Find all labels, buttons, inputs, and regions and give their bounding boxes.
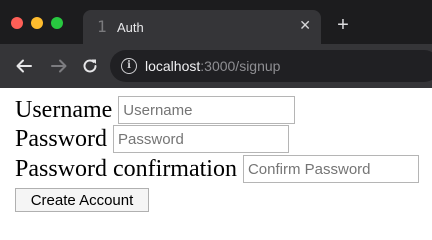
url-text[interactable]: localhost:3000/signup — [145, 58, 280, 74]
password-confirmation-input[interactable] — [242, 155, 419, 183]
username-label: Username — [15, 97, 113, 123]
username-row: Username — [15, 96, 296, 124]
window-zoom-button[interactable] — [51, 17, 63, 29]
new-tab-icon[interactable]: + — [334, 15, 352, 35]
back-arrow-icon[interactable] — [12, 54, 36, 78]
favicon-icon: 1 — [97, 17, 107, 36]
url-host: localhost — [145, 58, 201, 74]
site-info-icon[interactable]: i — [121, 58, 137, 74]
password-confirmation-row: Password confirmation — [15, 155, 419, 183]
signup-page: Username Password Password confirmation … — [0, 88, 432, 225]
tab-title: Auth — [117, 20, 144, 35]
password-confirmation-label: Password confirmation — [15, 156, 237, 182]
close-tab-icon[interactable]: ✕ — [299, 17, 311, 34]
username-input[interactable] — [118, 96, 296, 124]
password-input[interactable] — [113, 125, 290, 153]
navigation-toolbar: i localhost:3000/signup — [0, 44, 432, 88]
reload-icon[interactable] — [78, 54, 102, 78]
window-minimize-button[interactable] — [31, 17, 43, 29]
tab-strip: 1 Auth ✕ + — [0, 0, 432, 44]
forward-arrow-icon[interactable] — [47, 54, 71, 78]
password-row: Password — [15, 125, 290, 153]
address-bar[interactable]: i localhost:3000/signup — [110, 50, 432, 82]
window-close-button[interactable] — [11, 17, 23, 29]
create-account-button[interactable]: Create Account — [15, 188, 149, 212]
url-path: :3000/signup — [200, 58, 281, 74]
browser-chrome: 1 Auth ✕ + i localhost:3000/signup — [0, 0, 432, 88]
password-label: Password — [15, 126, 108, 152]
tab-auth[interactable]: 1 Auth ✕ — [83, 10, 321, 44]
